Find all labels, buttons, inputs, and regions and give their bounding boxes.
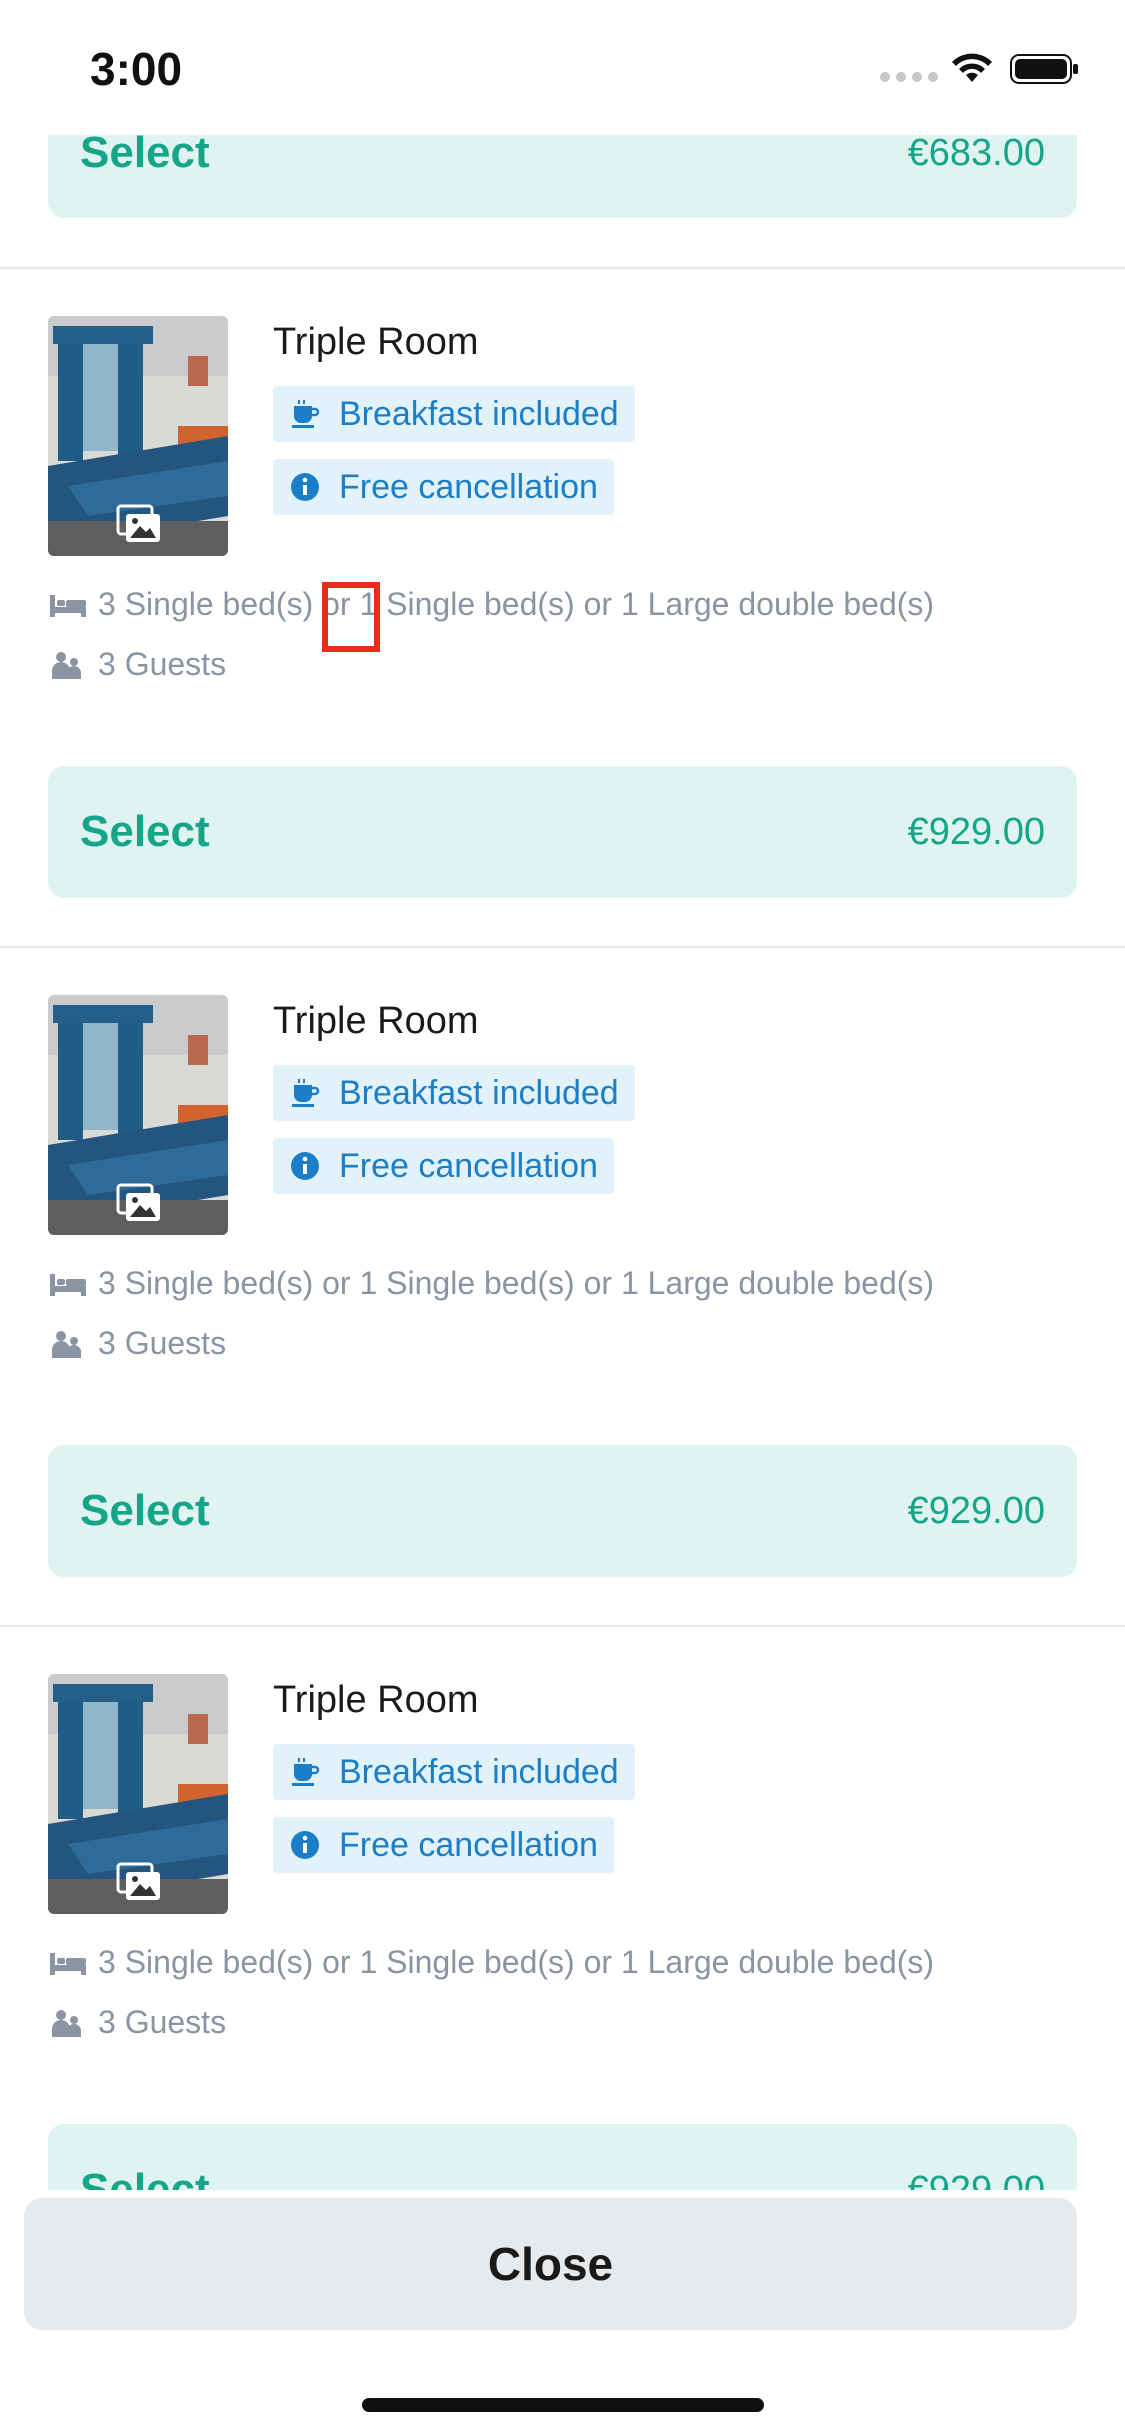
select-button[interactable]: Select €929.00 xyxy=(48,1445,1077,1577)
cancellation-tag: Free cancellation xyxy=(273,459,614,515)
bed-icon xyxy=(50,594,86,617)
room-photo[interactable] xyxy=(48,995,228,1235)
coffee-cup-icon xyxy=(292,1758,320,1786)
room-title: Triple Room xyxy=(273,1000,479,1042)
tag-label: Free cancellation xyxy=(339,1146,598,1185)
status-bar: 3:00 xyxy=(0,0,1125,135)
room-title: Triple Room xyxy=(273,321,479,363)
wifi-icon xyxy=(952,53,992,82)
bed-option: 3 Single bed(s) xyxy=(98,1944,314,1980)
guest-info: 3 Guests xyxy=(48,1325,226,1362)
divider xyxy=(0,1625,1125,1627)
bed-info: 3 Single bed(s) or 1 Single bed(s) or 1 … xyxy=(48,1265,934,1302)
tag-label: Free cancellation xyxy=(339,467,598,506)
room-card: Triple Room Breakfast included Free canc… xyxy=(0,316,1125,736)
bed-option: 1 Single bed(s) or 1 Large double bed(s) xyxy=(359,586,935,622)
price: €929.00 xyxy=(907,810,1045,853)
or-separator: or xyxy=(322,1944,351,1980)
select-label: Select xyxy=(80,807,210,856)
guests-label: 3 Guests xyxy=(98,2004,227,2040)
info-icon xyxy=(291,473,319,501)
info-icon xyxy=(291,1152,319,1180)
tag-label: Breakfast included xyxy=(339,394,619,433)
selection-highlight xyxy=(322,582,380,652)
bed-info: 3 Single bed(s) or 1 Single bed(s) or 1 … xyxy=(48,586,934,623)
guests-label: 3 Guests xyxy=(98,646,227,682)
guest-info: 3 Guests xyxy=(48,646,226,683)
breakfast-tag: Breakfast included xyxy=(273,1065,635,1121)
or-separator: or xyxy=(322,1265,351,1301)
tag-label: Breakfast included xyxy=(339,1752,619,1791)
breakfast-tag: Breakfast included xyxy=(273,1744,635,1800)
coffee-cup-icon xyxy=(292,1079,320,1107)
gallery-icon xyxy=(116,504,160,542)
bed-icon xyxy=(50,1952,86,1975)
divider xyxy=(0,946,1125,948)
bed-option: 1 Single bed(s) or 1 Large double bed(s) xyxy=(359,1944,935,1980)
select-label: Select xyxy=(80,128,210,177)
info-icon xyxy=(291,1831,319,1859)
battery-icon xyxy=(1010,54,1078,84)
guests-icon xyxy=(52,1330,81,1358)
close-button[interactable]: Close xyxy=(24,2198,1077,2330)
price: €929.00 xyxy=(907,1489,1045,1532)
guests-icon xyxy=(52,2009,81,2037)
bed-option: 3 Single bed(s) xyxy=(98,1265,314,1301)
cancellation-tag: Free cancellation xyxy=(273,1138,614,1194)
cellular-signal-icon xyxy=(880,72,938,82)
guests-icon xyxy=(52,651,81,679)
bed-info: 3 Single bed(s) or 1 Single bed(s) or 1 … xyxy=(48,1944,934,1981)
room-card: Triple Room Breakfast included Free canc… xyxy=(0,1674,1125,2094)
cancellation-tag: Free cancellation xyxy=(273,1817,614,1873)
home-indicator[interactable] xyxy=(362,2398,764,2412)
coffee-cup-icon xyxy=(292,400,320,428)
gallery-icon xyxy=(116,1862,160,1900)
guest-info: 3 Guests xyxy=(48,2004,226,2041)
room-title: Triple Room xyxy=(273,1679,479,1721)
bed-icon xyxy=(50,1273,86,1296)
tag-label: Free cancellation xyxy=(339,1825,598,1864)
guests-label: 3 Guests xyxy=(98,1325,227,1361)
select-label: Select xyxy=(80,1486,210,1535)
tag-label: Breakfast included xyxy=(339,1073,619,1112)
bed-option: 1 Single bed(s) or 1 Large double bed(s) xyxy=(359,1265,935,1301)
select-button[interactable]: Select €929.00 xyxy=(48,766,1077,898)
room-photo[interactable] xyxy=(48,316,228,556)
bed-option: 3 Single bed(s) xyxy=(98,586,314,622)
divider xyxy=(0,267,1125,269)
gallery-icon xyxy=(116,1183,160,1221)
room-photo[interactable] xyxy=(48,1674,228,1914)
breakfast-tag: Breakfast included xyxy=(273,386,635,442)
status-time: 3:00 xyxy=(90,43,183,95)
room-list[interactable]: Select €683.00 Triple Room Breakfast inc… xyxy=(0,0,1125,2436)
price: €683.00 xyxy=(907,131,1045,174)
room-card: Triple Room Breakfast included Free canc… xyxy=(0,995,1125,1415)
